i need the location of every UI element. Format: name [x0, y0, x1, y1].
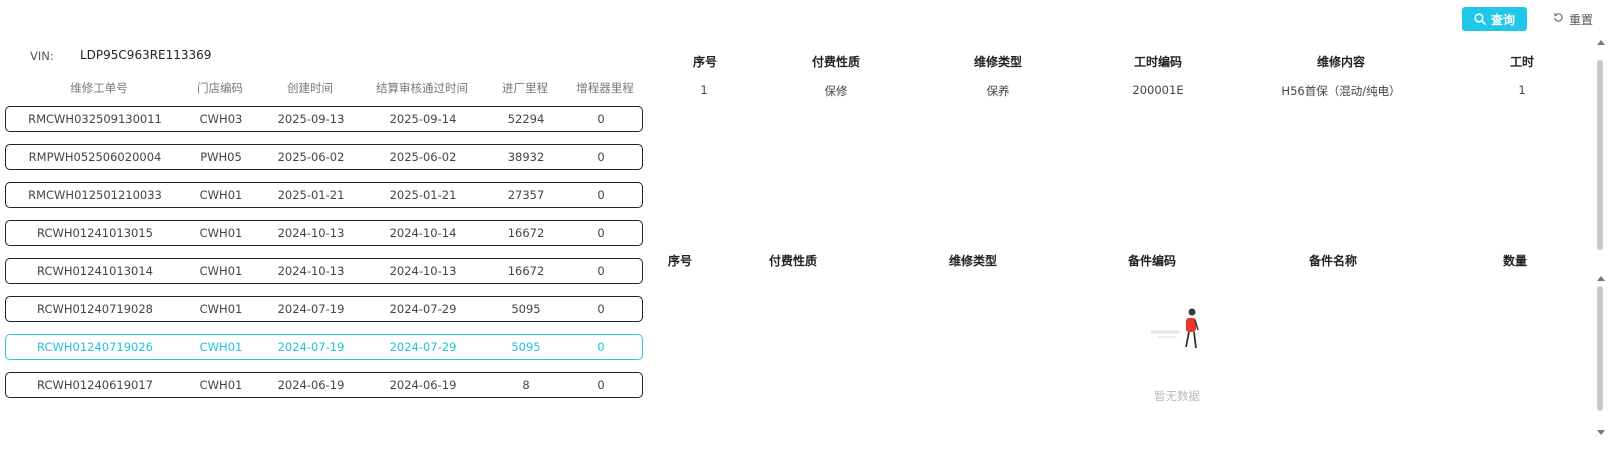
created-time: 2025-06-02: [277, 150, 345, 164]
order-no: RMPWH052506020004: [28, 150, 162, 164]
created-time: 2024-10-13: [277, 226, 345, 240]
mileage: 38932: [507, 150, 545, 164]
settled-time: 2025-06-02: [389, 150, 457, 164]
created-time: 2025-01-21: [277, 188, 345, 202]
col-mileage: 进厂里程: [502, 81, 548, 95]
order-row[interactable]: RCWH01240619017 CWH01 2024-06-19 2024-06…: [5, 372, 643, 398]
order-no: RCWH01240719028: [37, 302, 153, 316]
ext-mileage: 0: [597, 302, 605, 316]
created-time: 2024-10-13: [277, 264, 345, 278]
orders-table-header: 维修工单号 门店编码 创建时间 结算审核通过时间 进厂里程 增程器里程: [5, 78, 645, 98]
col-order-no: 维修工单号: [70, 81, 128, 95]
settled-time: 2025-01-21: [389, 188, 457, 202]
order-no: RCWH01240619017: [37, 378, 153, 392]
labor-col-seq: 序号: [692, 55, 718, 69]
mileage: 8: [522, 378, 530, 392]
scroll-up-arrow-icon[interactable]: [1597, 276, 1605, 281]
ext-mileage: 0: [597, 226, 605, 240]
labor-repair-type: 保养: [986, 84, 1010, 98]
store-code: PWH05: [200, 150, 242, 164]
col-settled-time: 结算审核通过时间: [376, 81, 468, 95]
order-row[interactable]: RMCWH012501210033 CWH01 2025-01-21 2025-…: [5, 182, 643, 208]
store-code: CWH01: [199, 264, 243, 278]
vin-value: LDP95C963RE113369: [80, 48, 212, 62]
settled-time: 2024-10-14: [389, 226, 457, 240]
settled-time: 2024-07-29: [389, 340, 457, 354]
labor-seq: 1: [700, 83, 708, 97]
order-row[interactable]: RCWH01241013014 CWH01 2024-10-13 2024-10…: [5, 258, 643, 284]
settled-time: 2025-09-14: [389, 112, 457, 126]
mileage: 5095: [511, 340, 541, 354]
created-time: 2025-09-13: [277, 112, 345, 126]
parts-col-seq: 序号: [667, 254, 693, 268]
order-row-selected[interactable]: RCWH01240719026 CWH01 2024-07-19 2024-07…: [5, 334, 643, 360]
empty-state-text: 暂无数据: [1154, 389, 1200, 403]
mileage: 16672: [507, 226, 545, 240]
labor-hours: 1: [1518, 83, 1526, 97]
scrollbar-thumb[interactable]: [1597, 286, 1603, 411]
order-no: RMCWH012501210033: [28, 188, 162, 202]
scroll-up-arrow-icon[interactable]: [1597, 40, 1605, 45]
parts-col-quantity: 数量: [1502, 254, 1528, 268]
store-code: CWH03: [199, 112, 243, 126]
order-no: RCWH01241013014: [37, 264, 153, 278]
mileage: 52294: [507, 112, 545, 126]
col-ext-mileage: 增程器里程: [576, 81, 634, 95]
ext-mileage: 0: [597, 378, 605, 392]
order-row[interactable]: RMPWH052506020004 PWH05 2025-06-02 2025-…: [5, 144, 643, 170]
vin-label: VIN:: [30, 49, 54, 63]
page: 查询 重置 VIN: LDP95C963RE113369 维修工单号 门店编码 …: [0, 0, 1611, 449]
scroll-down-arrow-icon[interactable]: [1597, 430, 1605, 435]
order-row[interactable]: RCWH01240719028 CWH01 2024-07-19 2024-07…: [5, 296, 643, 322]
parts-col-pay-type: 付费性质: [768, 254, 818, 268]
labor-pay-type: 保修: [824, 84, 848, 98]
created-time: 2024-06-19: [277, 378, 345, 392]
parts-col-part-name: 备件名称: [1308, 254, 1358, 268]
reset-icon: [1553, 12, 1564, 26]
reset-button-label: 重置: [1569, 12, 1594, 27]
ext-mileage: 0: [597, 112, 605, 126]
ext-mileage: 0: [597, 340, 605, 354]
settled-time: 2024-06-19: [389, 378, 457, 392]
reset-button[interactable]: 重置: [1553, 7, 1609, 31]
mileage: 16672: [507, 264, 545, 278]
labor-col-hours: 工时: [1509, 55, 1535, 69]
query-button[interactable]: 查询: [1462, 7, 1527, 31]
order-no: RCWH01240719026: [37, 340, 153, 354]
store-code: CWH01: [199, 340, 243, 354]
settled-time: 2024-07-29: [389, 302, 457, 316]
order-no: RCWH01241013015: [37, 226, 153, 240]
col-created-time: 创建时间: [287, 81, 333, 95]
order-no: RMCWH032509130011: [28, 112, 162, 126]
mileage: 5095: [511, 302, 541, 316]
created-time: 2024-07-19: [277, 340, 345, 354]
order-row[interactable]: RMCWH032509130011 CWH03 2025-09-13 2025-…: [5, 106, 643, 132]
parts-col-repair-type: 维修类型: [948, 254, 998, 268]
order-row[interactable]: RCWH01241013015 CWH01 2024-10-13 2024-10…: [5, 220, 643, 246]
scrollbar-thumb[interactable]: [1597, 60, 1603, 250]
store-code: CWH01: [199, 188, 243, 202]
empty-state-illustration: [1150, 302, 1210, 362]
labor-col-pay-type: 付费性质: [811, 55, 861, 69]
labor-code: 200001E: [1132, 83, 1184, 97]
search-icon: [1474, 13, 1486, 25]
right-scrollbar[interactable]: [1595, 40, 1607, 435]
store-code: CWH01: [199, 378, 243, 392]
labor-col-content: 维修内容: [1316, 55, 1366, 69]
store-code: CWH01: [199, 226, 243, 240]
store-code: CWH01: [199, 302, 243, 316]
parts-col-part-code: 备件编码: [1127, 254, 1177, 268]
labor-col-labor-code: 工时编码: [1133, 55, 1183, 69]
col-store-code: 门店编码: [197, 81, 243, 95]
settled-time: 2024-10-13: [389, 264, 457, 278]
ext-mileage: 0: [597, 264, 605, 278]
labor-col-repair-type: 维修类型: [973, 55, 1023, 69]
labor-content: H56首保（混动/纯电）: [1281, 84, 1401, 98]
query-button-label: 查询: [1490, 12, 1515, 27]
mileage: 27357: [507, 188, 545, 202]
ext-mileage: 0: [597, 188, 605, 202]
created-time: 2024-07-19: [277, 302, 345, 316]
ext-mileage: 0: [597, 150, 605, 164]
